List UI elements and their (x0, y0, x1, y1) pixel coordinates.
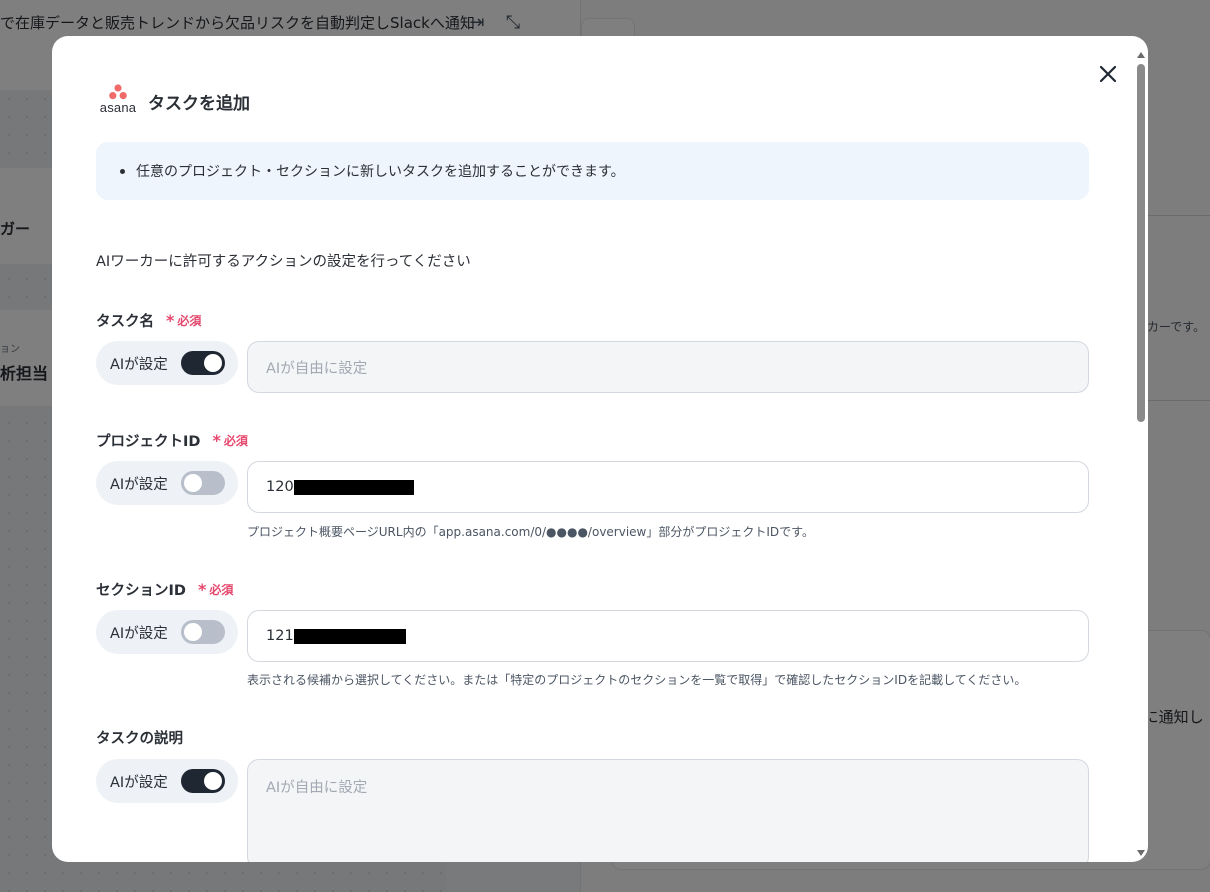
toggle-switch-off[interactable] (181, 471, 225, 495)
scrollbar-thumb[interactable] (1137, 64, 1145, 422)
toggle-knob (184, 623, 202, 641)
scroll-up-arrow-icon[interactable] (1137, 52, 1145, 58)
task-desc-placeholder: AIが自由に設定 (266, 780, 368, 796)
task-name-label-text: タスク名 (96, 314, 154, 330)
modal-title: タスクを追加 (148, 93, 250, 114)
asana-logo: asana (96, 84, 140, 118)
ai-toggle-label: AIが設定 (110, 476, 168, 493)
modal-scrollbar[interactable] (1136, 48, 1146, 862)
task-name-label: タスク名 * 必須 (96, 310, 201, 331)
project-id-input[interactable]: 120 (247, 461, 1089, 513)
asterisk-icon: * (197, 580, 207, 599)
toggle-knob (204, 772, 222, 790)
close-button[interactable] (1094, 60, 1122, 88)
add-task-modal: asana タスクを追加 任意のプロジェクト・セクションに新しいタスクを追加する… (52, 36, 1148, 862)
section-id-ai-toggle[interactable]: AIが設定 (96, 610, 238, 654)
required-text: 必須 (177, 314, 202, 328)
required-badge: * 必須 (198, 580, 233, 599)
project-id-label-text: プロジェクトID (96, 434, 201, 450)
task-name-placeholder: AIが自由に設定 (266, 360, 368, 377)
required-badge: * 必須 (166, 311, 201, 330)
asterisk-icon: * (166, 311, 175, 330)
section-id-label-text: セクションID (96, 583, 186, 599)
section-id-hint: 表示される候補から選択してください。または「特定のプロジェクトのセクションを一覧… (247, 673, 1027, 687)
info-text: 任意のプロジェクト・セクションに新しいタスクを追加することができます。 (136, 164, 625, 180)
scroll-down-arrow-icon[interactable] (1137, 850, 1145, 856)
toggle-knob (204, 354, 222, 372)
asana-dots-icon (109, 84, 127, 100)
task-name-ai-toggle[interactable]: AIが設定 (96, 341, 238, 385)
project-id-value: 120 (266, 479, 294, 495)
toggle-switch-on[interactable] (181, 351, 225, 375)
project-id-ai-toggle[interactable]: AIが設定 (96, 461, 238, 505)
toggle-switch-off[interactable] (181, 620, 225, 644)
task-desc-textarea[interactable]: AIが自由に設定 (247, 759, 1089, 862)
ai-toggle-label: AIが設定 (110, 774, 168, 791)
required-text: 必須 (223, 434, 248, 448)
task-desc-ai-toggle[interactable]: AIが設定 (96, 759, 238, 803)
modal-header: asana タスクを追加 (96, 84, 250, 118)
toggle-switch-on[interactable] (181, 769, 225, 793)
redacted-block (293, 628, 406, 644)
task-desc-label: タスクの説明 (96, 727, 183, 748)
asterisk-icon: * (212, 431, 221, 450)
ai-toggle-label: AIが設定 (110, 356, 168, 373)
intro-text: AIワーカーに許可するアクションの設定を行ってください (96, 254, 471, 270)
section-id-value: 121 (266, 628, 294, 644)
required-badge: * 必須 (212, 431, 247, 450)
project-id-label: プロジェクトID * 必須 (96, 430, 248, 451)
project-id-hint: プロジェクト概要ページURL内の「app.asana.com/0/●●●●/ov… (247, 525, 814, 539)
section-id-input[interactable]: 121 (247, 610, 1089, 662)
asana-wordmark: asana (99, 100, 137, 115)
ai-toggle-label: AIが設定 (110, 625, 168, 642)
close-icon (1099, 65, 1117, 83)
redacted-block (293, 479, 414, 495)
task-desc-label-text: タスクの説明 (96, 731, 183, 747)
task-name-input[interactable]: AIが自由に設定 (247, 341, 1089, 393)
toggle-knob (184, 474, 202, 492)
required-text: 必須 (209, 583, 234, 597)
info-box: 任意のプロジェクト・セクションに新しいタスクを追加することができます。 (96, 142, 1089, 200)
section-id-label: セクションID * 必須 (96, 579, 233, 600)
